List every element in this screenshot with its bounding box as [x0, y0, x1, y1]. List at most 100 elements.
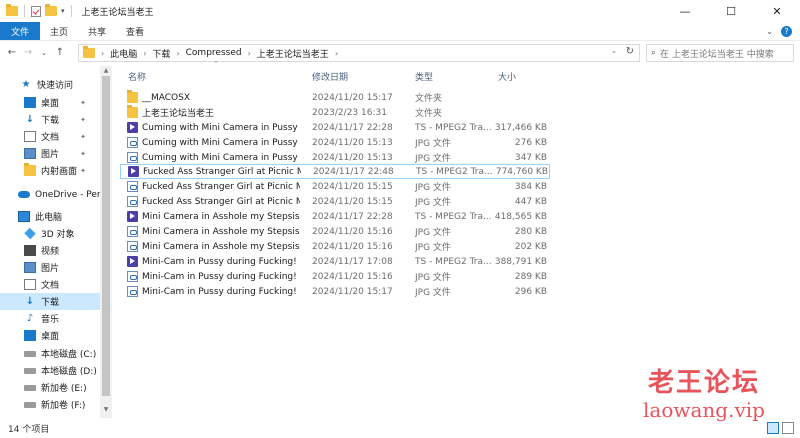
sidebar-item-pictures[interactable]: 图片: [24, 259, 59, 276]
sidebar-item-3d-objects[interactable]: 3D 对象: [24, 225, 75, 242]
sidebar-item-videos[interactable]: 视频: [24, 242, 59, 259]
image-file-icon: [127, 152, 138, 163]
breadcrumb-compressed[interactable]: Compressed: [186, 48, 242, 58]
file-modified: 2024/11/20 15:16: [312, 271, 393, 282]
back-arrow-icon[interactable]: ←: [4, 47, 20, 58]
sidebar-item-custom-folder[interactable]: 内射画面 ✦: [24, 162, 100, 179]
address-bar[interactable]: › 此电脑 › 下载 › Compressed › 上老王论坛当老王 › ⌄ ↻: [78, 44, 640, 62]
file-row[interactable]: Fucked Ass Stranger Girl at Picnic Mi...…: [120, 179, 550, 194]
file-modified: 2024/11/20 15:17: [312, 92, 393, 103]
image-file-icon: [127, 271, 138, 282]
chevron-down-icon[interactable]: ⌄: [766, 27, 773, 36]
file-name: __MACOSX: [142, 92, 191, 103]
file-type: TS - MPEG2 Tra...: [415, 122, 491, 133]
sidebar-item-this-pc[interactable]: 此电脑: [18, 208, 62, 225]
sidebar-item-label: 文档: [41, 281, 60, 291]
file-modified: 2024/11/20 15:16: [312, 226, 393, 237]
sidebar-item-drive-d[interactable]: 本地磁盘 (D:): [24, 362, 97, 379]
column-header-type[interactable]: 类型: [415, 66, 433, 86]
file-type: JPG 文件: [415, 183, 451, 193]
sidebar-item-music[interactable]: ♪ 音乐: [24, 310, 59, 327]
file-modified: 2024/11/20 15:16: [312, 241, 393, 252]
file-row[interactable]: Mini Camera in Asshole my Stepsis H... 2…: [120, 209, 550, 224]
address-dropdown-icon[interactable]: ⌄: [611, 47, 617, 55]
sidebar-scrollbar[interactable]: ▲ ▼: [100, 66, 112, 418]
scroll-down-icon[interactable]: ▼: [102, 406, 110, 413]
new-folder-icon[interactable]: [45, 4, 57, 16]
large-icons-view-icon[interactable]: [782, 422, 794, 434]
properties-icon[interactable]: [31, 5, 41, 17]
file-row[interactable]: Mini-Cam in Pussy during Fucking! Gi... …: [120, 269, 550, 284]
chevron-right-icon[interactable]: ›: [176, 49, 179, 58]
breadcrumb-this-pc[interactable]: 此电脑: [110, 47, 137, 60]
file-row[interactable]: Fucked Ass Stranger Girl at Picnic Mi...…: [120, 194, 550, 209]
ribbon-tabs: 文件 主页 共享 查看 ⌄ ?: [0, 22, 800, 40]
forward-arrow-icon[interactable]: →: [20, 47, 36, 58]
tab-file[interactable]: 文件: [0, 22, 41, 40]
file-row[interactable]: Mini Camera in Asshole my Stepsis H... 2…: [120, 224, 550, 239]
file-modified: 2023/2/23 16:31: [312, 107, 387, 118]
search-input[interactable]: ⌕ 在 上老王论坛当老王 中搜索: [646, 44, 794, 62]
column-header-modified[interactable]: 修改日期: [312, 66, 348, 86]
sidebar-item-drive-e[interactable]: 新加卷 (E:): [24, 379, 87, 396]
status-bar: 14 个项目: [0, 418, 800, 438]
maximize-button[interactable]: ☐: [708, 0, 754, 22]
file-type: TS - MPEG2 Tra...: [415, 256, 491, 267]
details-view-icon[interactable]: [767, 422, 779, 434]
minimize-button[interactable]: —: [662, 0, 708, 22]
file-name: 上老王论坛当老王: [142, 109, 215, 119]
breadcrumb-current-folder[interactable]: 上老王论坛当老王: [257, 47, 329, 60]
sidebar-item-desktop[interactable]: 桌面 ✦: [24, 94, 100, 111]
file-row[interactable]: Mini-Cam in Pussy during Fucking! Gi... …: [120, 254, 550, 269]
sidebar-item-downloads[interactable]: ↓ 下载: [0, 293, 100, 310]
file-name: Mini-Cam in Pussy during Fucking! Gi...: [142, 271, 300, 282]
sidebar-item-onedrive[interactable]: OneDrive - Perso: [18, 186, 111, 203]
image-file-icon: [127, 286, 138, 297]
recent-locations-icon[interactable]: ⌄: [36, 49, 52, 57]
folder-icon: [83, 46, 95, 58]
column-header-size[interactable]: 大小: [498, 66, 516, 86]
file-size: 317,466 KB: [494, 122, 547, 133]
sidebar-item-documents[interactable]: 文档: [24, 276, 59, 293]
sidebar-item-quick-access[interactable]: ★ 快速访问: [20, 76, 74, 93]
help-icon[interactable]: ?: [781, 25, 792, 37]
sidebar-item-drive-f[interactable]: 新加卷 (F:): [24, 396, 85, 413]
sidebar-item-documents-pinned[interactable]: 文档 ✦: [24, 128, 100, 145]
breadcrumb-downloads[interactable]: 下载: [152, 47, 170, 60]
file-size: 388,791 KB: [494, 256, 547, 267]
sidebar-item-drive-c[interactable]: 本地磁盘 (C:): [24, 345, 96, 362]
file-modified: 2024/11/20 15:13: [312, 137, 393, 148]
chevron-right-icon[interactable]: ›: [335, 49, 338, 58]
chevron-right-icon[interactable]: ›: [248, 49, 251, 58]
customize-toolbar-icon[interactable]: ▾: [61, 7, 65, 15]
up-arrow-icon[interactable]: ↑: [52, 47, 68, 58]
scroll-up-icon[interactable]: ▲: [102, 67, 110, 74]
sidebar-item-downloads-pinned[interactable]: ↓ 下载 ✦: [24, 111, 100, 128]
file-name: Mini Camera in Asshole my Stepsis H...: [142, 241, 300, 252]
drive-icon: [24, 401, 36, 408]
refresh-icon[interactable]: ↻: [626, 46, 634, 57]
file-row[interactable]: Cuming with Mini Camera in Pussy M... 20…: [120, 135, 550, 150]
file-row[interactable]: Cuming with Mini Camera in Pussy M... 20…: [120, 120, 550, 135]
close-button[interactable]: ✕: [754, 0, 800, 22]
scrollbar-thumb[interactable]: [102, 76, 110, 396]
pin-icon: ✦: [80, 132, 86, 141]
sidebar-item-desktop-2[interactable]: 桌面: [24, 327, 59, 344]
file-row[interactable]: Mini Camera in Asshole my Stepsis H... 2…: [120, 239, 550, 254]
file-row-selected[interactable]: Fucked Ass Stranger Girl at Picnic Mi...…: [120, 164, 550, 179]
column-header-name[interactable]: 名称: [128, 66, 146, 86]
download-icon: ↓: [25, 114, 35, 125]
sidebar-item-pictures-pinned[interactable]: 图片 ✦: [24, 145, 100, 162]
video-file-icon: [127, 256, 138, 267]
tab-share[interactable]: 共享: [78, 22, 116, 40]
chevron-right-icon[interactable]: ›: [143, 49, 146, 58]
file-row[interactable]: 上老王论坛当老王 2023/2/23 16:31 文件夹: [120, 105, 550, 120]
tab-view[interactable]: 查看: [116, 22, 154, 40]
tab-home[interactable]: 主页: [40, 22, 78, 40]
video-file-icon: [128, 166, 139, 177]
file-name: Mini-Cam in Pussy during Fucking! Gi...: [142, 286, 300, 297]
sort-ascending-icon: ⌃: [213, 60, 219, 68]
file-row[interactable]: Mini-Cam in Pussy during Fucking! Gi... …: [120, 284, 550, 299]
file-row[interactable]: __MACOSX 2024/11/20 15:17 文件夹: [120, 90, 550, 105]
file-row[interactable]: Cuming with Mini Camera in Pussy M... 20…: [120, 150, 550, 165]
